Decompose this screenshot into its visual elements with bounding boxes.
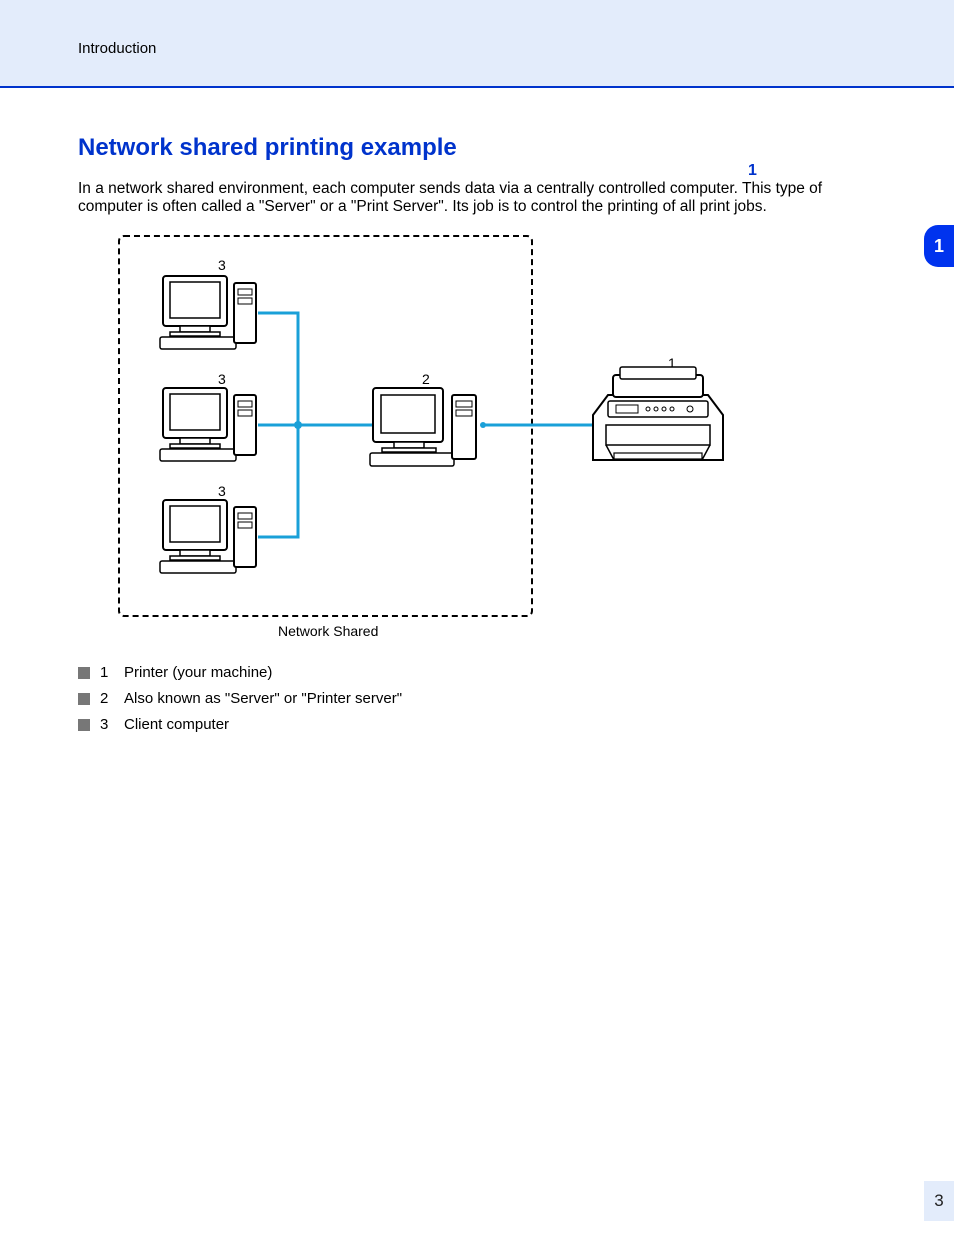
bullet-square-icon xyxy=(78,693,90,705)
network-diagram: 3 3 3 2 1 xyxy=(78,225,878,625)
legend-key-3: 3 xyxy=(100,712,114,738)
chapter-tab: 1 xyxy=(924,225,954,267)
page-number-tab: 3 xyxy=(924,1181,954,1221)
legend: 1 Printer (your machine) 2 Also known as… xyxy=(78,660,878,738)
chapter-tab-number: 1 xyxy=(934,236,944,257)
printer-icon xyxy=(578,365,738,480)
section-sub-number: 1 xyxy=(748,162,757,179)
node-label-pc1: 3 xyxy=(218,257,226,273)
legend-item-1: 1 Printer (your machine) xyxy=(78,660,878,686)
legend-text-1: Printer (your machine) xyxy=(124,660,272,686)
legend-text-2: Also known as "Server" or "Printer serve… xyxy=(124,686,402,712)
legend-item-2: 2 Also known as "Server" or "Printer ser… xyxy=(78,686,878,712)
bullet-square-icon xyxy=(78,667,90,679)
client-pc-1-icon xyxy=(158,273,268,353)
section-heading-text: Network shared printing example xyxy=(78,134,457,161)
server-pc-icon xyxy=(368,385,488,469)
client-pc-3-icon xyxy=(158,497,268,577)
header-divider xyxy=(0,86,954,88)
group-caption: Network Shared xyxy=(278,623,378,639)
page-number: 3 xyxy=(934,1191,943,1211)
section-intro: In a network shared environment, each co… xyxy=(78,180,878,216)
legend-text-3: Client computer xyxy=(124,712,229,738)
running-head: Introduction xyxy=(78,40,156,57)
legend-item-3: 3 Client computer xyxy=(78,712,878,738)
client-pc-2-icon xyxy=(158,385,268,465)
bullet-square-icon xyxy=(78,719,90,731)
legend-key-2: 2 xyxy=(100,686,114,712)
legend-key-1: 1 xyxy=(100,660,114,686)
